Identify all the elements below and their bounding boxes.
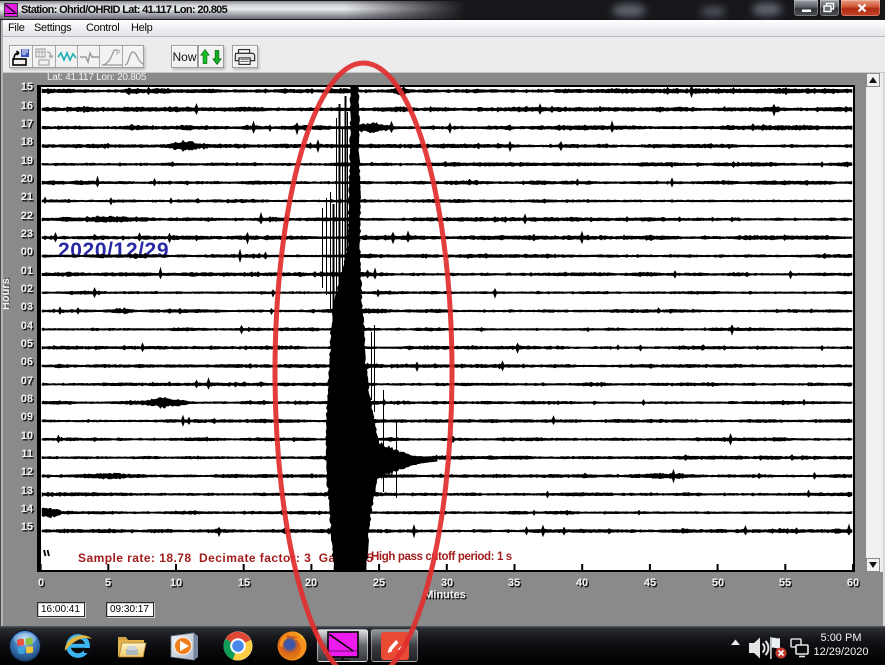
svg-text:P: P bbox=[116, 50, 121, 57]
